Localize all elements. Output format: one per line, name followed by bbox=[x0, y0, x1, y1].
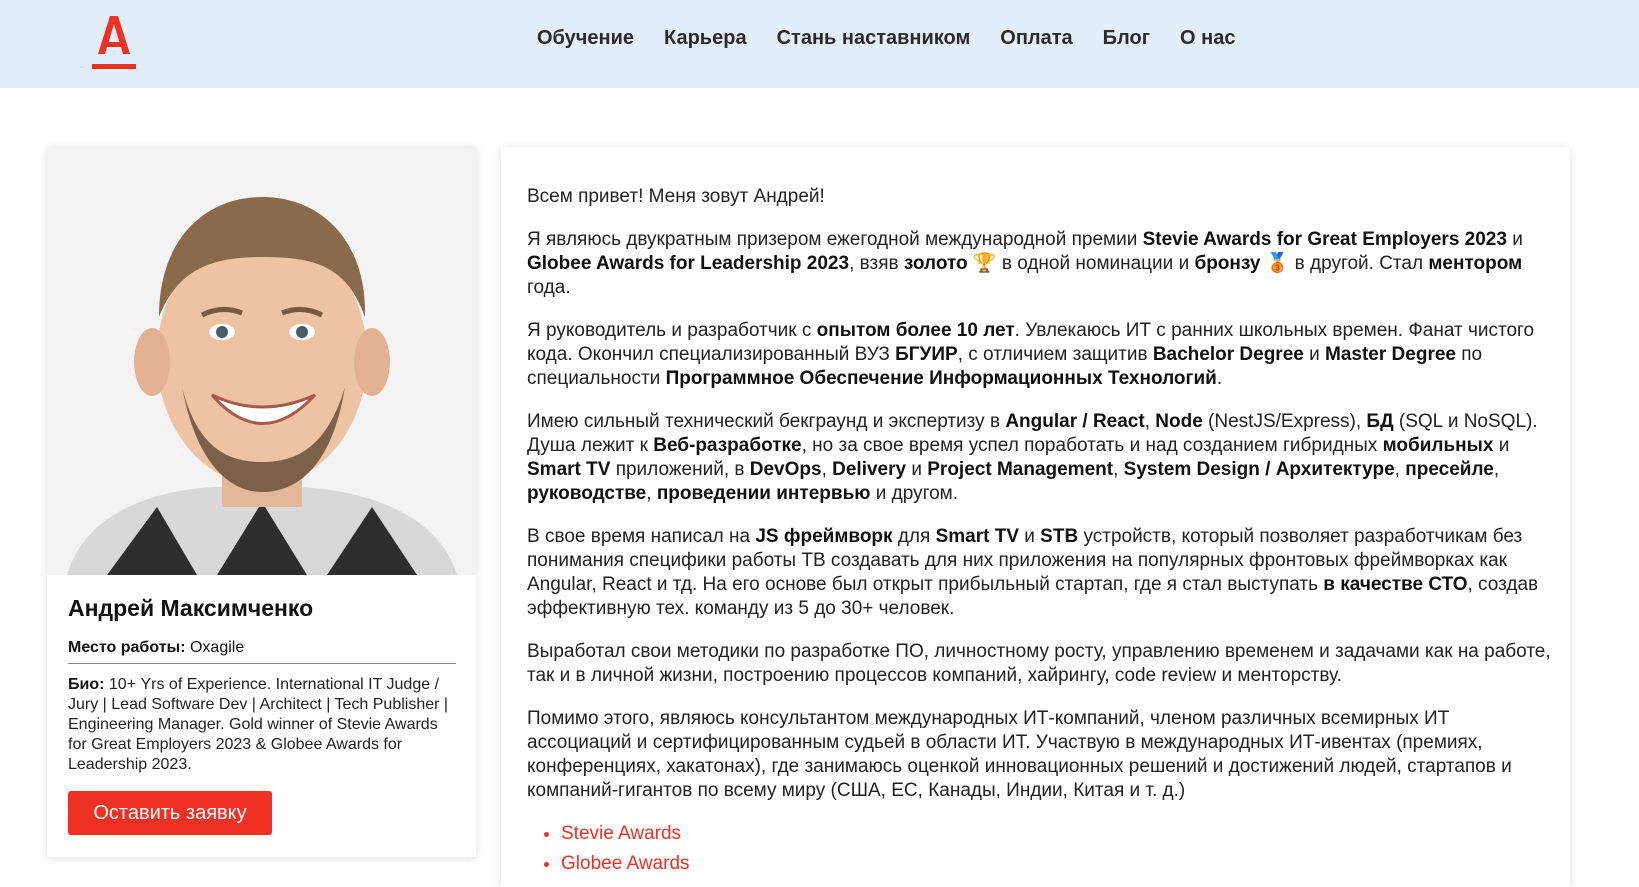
emphasis-text: JS фреймворк bbox=[755, 526, 893, 547]
emphasis-text: бронзу bbox=[1194, 253, 1261, 274]
paragraph-text: , bbox=[821, 459, 833, 480]
mentor-profile-card: Андрей Максимченко Место работы: Oxagile… bbox=[47, 147, 476, 857]
about-paragraph: В свое время написал на JS фреймворк для… bbox=[527, 525, 1552, 621]
paragraph-text: для bbox=[892, 526, 936, 547]
paragraph-text: , bbox=[1144, 411, 1156, 432]
emphasis-text: золото bbox=[903, 253, 968, 274]
paragraph-text: Имею сильный технический бекграунд и экс… bbox=[527, 411, 1006, 432]
emphasis-text: STB bbox=[1040, 526, 1079, 547]
emphasis-text: Delivery bbox=[832, 459, 907, 480]
emphasis-text: Smart TV bbox=[527, 459, 611, 480]
emphasis-text: Smart TV bbox=[935, 526, 1019, 547]
emphasis-text: пресейле bbox=[1405, 459, 1494, 480]
paragraph-text: , bbox=[646, 483, 657, 504]
nav-link-become-mentor[interactable]: Стань наставником bbox=[777, 27, 971, 50]
about-text: Всем привет! Меня зовут Андрей! Я являюс… bbox=[527, 185, 1552, 882]
emphasis-text: Bachelor Degree bbox=[1152, 344, 1304, 365]
paragraph-text: , но за свое время успел поработать и на… bbox=[801, 435, 1383, 456]
emphasis-text: мобильных bbox=[1382, 435, 1494, 456]
mentor-photo-image bbox=[47, 147, 476, 575]
paragraph-text: В свое время написал на bbox=[527, 526, 756, 547]
nav-link-payment[interactable]: Оплата bbox=[1000, 27, 1072, 50]
paragraph-text: , взяв bbox=[849, 253, 904, 274]
paragraph-text: и bbox=[1493, 435, 1510, 456]
emphasis-text: Project Management bbox=[927, 459, 1114, 480]
emphasis-text: Веб-разработке bbox=[653, 435, 802, 456]
paragraph-text: (NestJS/Express), bbox=[1202, 411, 1367, 432]
greeting-paragraph: Всем привет! Меня зовут Андрей! bbox=[527, 186, 825, 207]
paragraph-text: 🏆 в одной номинации и bbox=[967, 253, 1195, 274]
workplace-value: Oxagile bbox=[189, 639, 245, 656]
paragraph-text: и bbox=[1019, 526, 1041, 547]
paragraph-text: и bbox=[1506, 229, 1523, 250]
about-paragraph: Я являюсь двукратным призером ежегодной … bbox=[527, 228, 1552, 300]
paragraph-text: , bbox=[1113, 459, 1124, 480]
paragraph-text: 🥉 в другой. Стал bbox=[1260, 253, 1429, 274]
paragraph-text: года. bbox=[527, 277, 571, 298]
emphasis-text: Программное Обеспечение Информационных Т… bbox=[665, 368, 1217, 389]
paragraph-text: и другом. bbox=[870, 483, 959, 504]
globee-awards-link[interactable]: Globee Awards bbox=[561, 853, 690, 874]
emphasis-text: Node bbox=[1155, 411, 1203, 432]
emphasis-text: Master Degree bbox=[1325, 344, 1456, 365]
bio-text: 10+ Yrs of Experience. International IT … bbox=[68, 676, 449, 773]
emphasis-text: DevOps bbox=[749, 459, 822, 480]
emphasis-text: в качестве СТО bbox=[1323, 574, 1468, 595]
alfa-logo-icon[interactable] bbox=[92, 10, 136, 72]
paragraph-text: . bbox=[1216, 368, 1223, 389]
divider bbox=[68, 663, 456, 664]
paragraph-text: , bbox=[1394, 459, 1406, 480]
emphasis-text: Angular / React bbox=[1005, 411, 1145, 432]
emphasis-text: руководстве bbox=[527, 483, 647, 504]
workplace: Место работы: Oxagile bbox=[68, 639, 456, 657]
mentor-photo bbox=[47, 147, 476, 575]
emphasis-text: System Design / Архитектуре bbox=[1123, 459, 1395, 480]
emphasis-text: Stevie Awards for Great Employers 2023 bbox=[1142, 229, 1507, 250]
emphasis-text: опытом более 10 лет bbox=[816, 320, 1015, 341]
submit-application-button[interactable]: Оставить заявку bbox=[68, 791, 272, 835]
top-navigation-bar: Обучение Карьера Стань наставником Оплат… bbox=[0, 0, 1639, 88]
emphasis-text: проведении интервью bbox=[656, 483, 871, 504]
about-paragraph: Я руководитель и разработчик с опытом бо… bbox=[527, 319, 1552, 391]
about-paragraph: Помимо этого, являюсь консультантом межд… bbox=[527, 708, 1512, 801]
awards-link-list: Stevie Awards Globee Awards bbox=[527, 822, 1552, 876]
paragraph-text: приложений, в bbox=[610, 459, 750, 480]
nav-link-about[interactable]: О нас bbox=[1180, 27, 1235, 50]
about-mentor-panel: Всем привет! Меня зовут Андрей! Я являюс… bbox=[501, 147, 1570, 887]
stevie-awards-link[interactable]: Stevie Awards bbox=[561, 823, 681, 844]
nav-link-career[interactable]: Карьера bbox=[664, 27, 747, 50]
nav-link-blog[interactable]: Блог bbox=[1103, 27, 1150, 50]
emphasis-text: БД bbox=[1366, 411, 1394, 432]
emphasis-text: Globee Awards for Leadership 2023 bbox=[527, 253, 850, 274]
main-nav: Обучение Карьера Стань наставником Оплат… bbox=[537, 27, 1266, 50]
bio-label: Био: bbox=[68, 676, 105, 693]
bio: Био: 10+ Yrs of Experience. Internationa… bbox=[68, 675, 456, 775]
mentor-name: Андрей Максимченко bbox=[68, 595, 314, 621]
list-item: Globee Awards bbox=[561, 852, 1552, 876]
nav-link-education[interactable]: Обучение bbox=[537, 27, 634, 50]
paragraph-text: , bbox=[1493, 459, 1500, 480]
paragraph-text: и bbox=[1303, 344, 1326, 365]
paragraph-text: , с отличием защитив bbox=[957, 344, 1153, 365]
paragraph-text: Я являюсь двукратным призером ежегодной … bbox=[527, 229, 1143, 250]
paragraph-text: и bbox=[906, 459, 928, 480]
list-item: Stevie Awards bbox=[561, 822, 1552, 846]
about-paragraph: Выработал свои методики по разработке ПО… bbox=[527, 641, 1551, 686]
emphasis-text: ментором bbox=[1428, 253, 1523, 274]
workplace-label: Место работы: bbox=[68, 639, 186, 656]
emphasis-text: БГУИР bbox=[895, 344, 958, 365]
paragraph-text: Я руководитель и разработчик с bbox=[527, 320, 817, 341]
about-paragraph: Имею сильный технический бекграунд и экс… bbox=[527, 410, 1552, 506]
